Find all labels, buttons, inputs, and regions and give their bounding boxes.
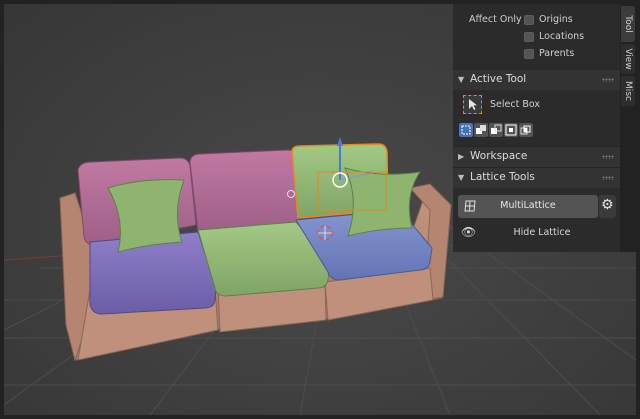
cursor-arrow-icon xyxy=(469,99,477,110)
affect-only-label: Affect Only xyxy=(469,14,522,25)
gear-icon: ⚙ xyxy=(601,197,614,213)
locations-label: Locations xyxy=(539,31,585,42)
select-new-icon[interactable] xyxy=(459,123,473,137)
tab-tool[interactable]: Tool xyxy=(621,6,635,42)
gizmo-z-arrow[interactable] xyxy=(337,137,343,146)
hide-lattice-button[interactable]: Hide Lattice xyxy=(477,227,607,238)
multilattice-settings-button[interactable]: ⚙ xyxy=(599,195,616,218)
tab-view[interactable]: View xyxy=(621,44,635,74)
drag-grip-icon[interactable] xyxy=(602,155,614,159)
multilattice-label: MultiLattice xyxy=(500,200,556,211)
tab-misc[interactable]: Misc xyxy=(621,76,635,106)
select-box-tool-button[interactable] xyxy=(463,95,482,114)
workspace-title: Workspace xyxy=(470,150,528,162)
parents-checkbox[interactable] xyxy=(524,49,534,59)
sidebar-tabs: Tool View Misc xyxy=(620,4,636,252)
lattice-tools-header[interactable]: ▼ Lattice Tools xyxy=(453,167,620,188)
chevron-down-icon: ▼ xyxy=(458,75,465,84)
select-intersect-icon[interactable] xyxy=(519,123,533,137)
select-invert-icon[interactable] xyxy=(504,123,518,137)
active-tool-title: Active Tool xyxy=(470,73,527,85)
workspace-header[interactable]: ▶ Workspace xyxy=(453,146,620,167)
lattice-tools-title: Lattice Tools xyxy=(470,171,535,183)
blender-window: Affect Only Origins Locations Parents ▼ … xyxy=(0,0,640,419)
drag-grip-icon[interactable] xyxy=(602,176,614,180)
drag-grip-icon[interactable] xyxy=(602,78,614,82)
select-extend-icon[interactable] xyxy=(474,123,488,137)
sofa-model[interactable] xyxy=(59,143,452,362)
select-subtract-icon[interactable] xyxy=(489,123,503,137)
sidebar-n-panel: Affect Only Origins Locations Parents ▼ … xyxy=(453,4,620,252)
active-tool-header[interactable]: ▼ Active Tool xyxy=(453,69,620,90)
chevron-right-icon: ▶ xyxy=(458,152,465,161)
eye-icon[interactable]: 👁 xyxy=(461,225,476,239)
parents-label: Parents xyxy=(539,48,575,59)
select-box-label: Select Box xyxy=(490,99,540,110)
origins-checkbox[interactable] xyxy=(524,15,534,25)
chevron-down-icon: ▼ xyxy=(458,173,465,182)
multilattice-button[interactable]: MultiLattice xyxy=(458,195,598,218)
origins-label: Origins xyxy=(539,14,573,25)
locations-checkbox[interactable] xyxy=(524,32,534,42)
